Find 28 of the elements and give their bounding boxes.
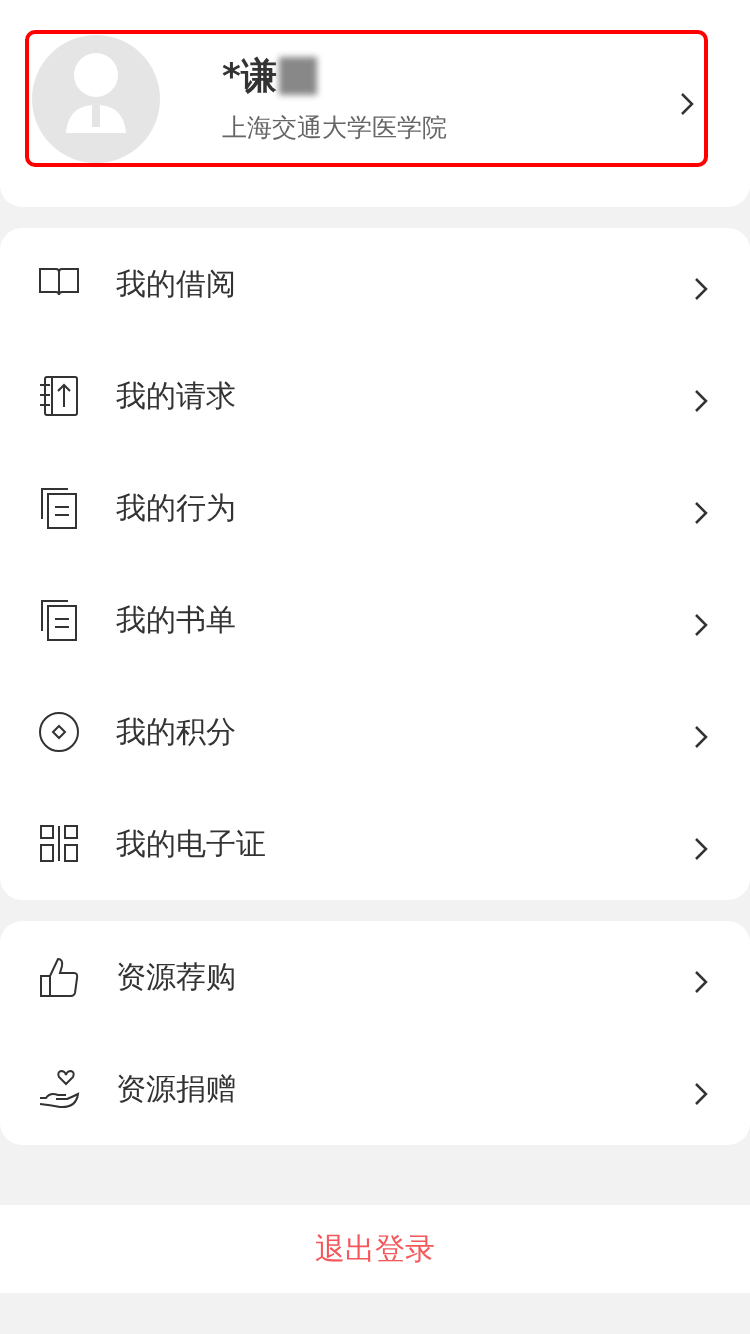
hand-heart-icon [38,1068,80,1110]
chevron-right-icon [694,1082,708,1106]
profile-entry[interactable]: *谦 上海交通大学医学院 [25,30,708,167]
chevron-right-icon [694,970,708,994]
menu-item[interactable]: 资源捐赠 [0,1033,750,1145]
coin-icon [38,711,80,753]
avatar-icon [32,34,160,163]
user-name: *谦 [222,53,277,98]
affiliation-text: 上海交通大学医学院 [222,111,448,144]
chevron-right-icon [694,725,708,749]
chevron-right-icon [694,613,708,637]
documents-icon [38,487,80,529]
menu-item[interactable]: 我的借阅 [0,228,750,340]
menu-item[interactable]: 资源荐购 [0,921,750,1033]
documents-icon [38,599,80,641]
notebook-upload-icon [38,375,80,417]
menu-item[interactable]: 我的积分 [0,676,750,788]
chevron-right-icon [694,389,708,413]
chevron-right-icon [680,91,694,116]
menu-item[interactable]: 我的行为 [0,452,750,564]
chevron-right-icon [694,277,708,301]
chevron-right-icon [694,837,708,861]
menu-item[interactable]: 我的电子证 [0,788,750,900]
menu-item[interactable]: 我的请求 [0,340,750,452]
thumbs-up-icon [38,956,80,998]
qr-code-icon [38,823,80,865]
menu-item[interactable]: 我的书单 [0,564,750,676]
chevron-right-icon [694,501,708,525]
